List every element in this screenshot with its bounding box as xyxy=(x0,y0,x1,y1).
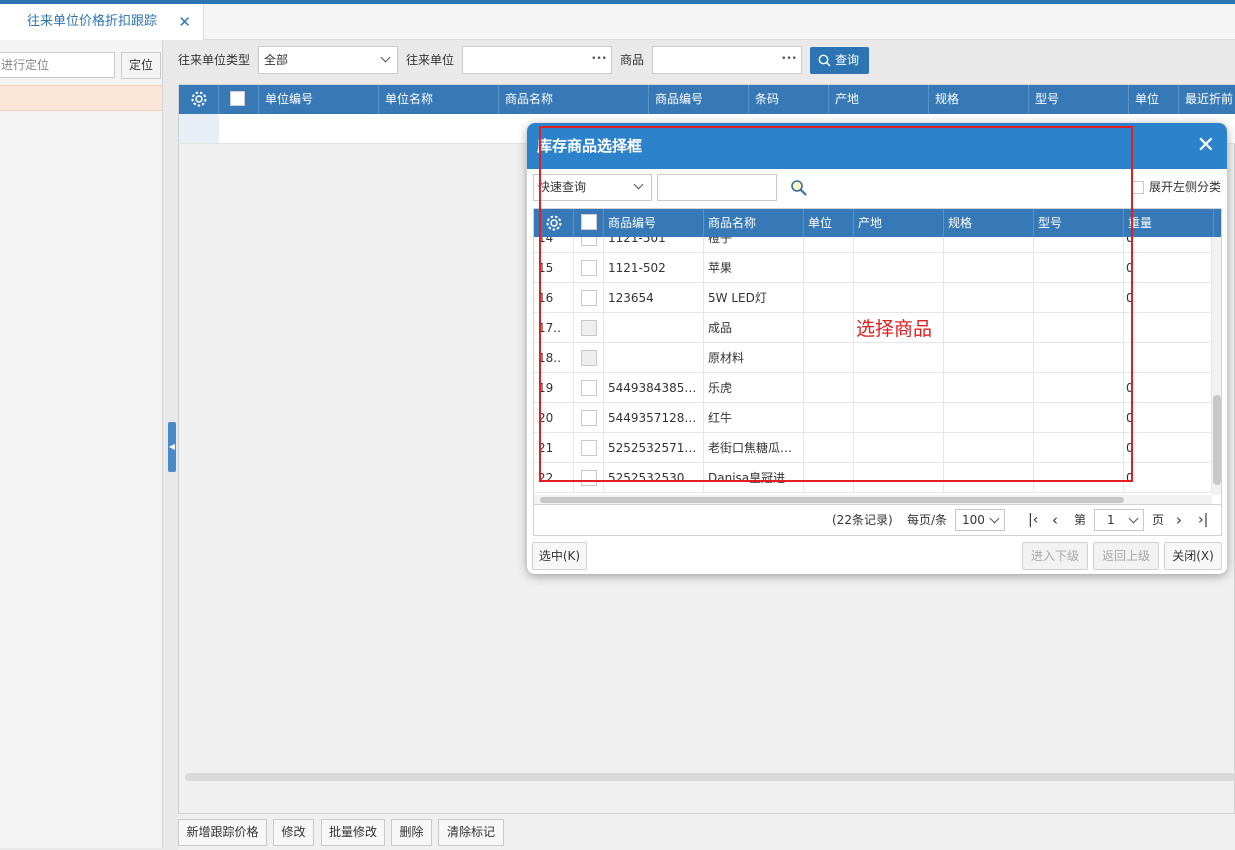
search-icon xyxy=(818,54,831,67)
chevron-down-icon xyxy=(380,52,391,63)
col-unit-name[interactable]: 单位名称 xyxy=(379,85,499,114)
prev-page-icon[interactable]: ‹ xyxy=(1052,505,1058,535)
close-icon[interactable]: ✕ xyxy=(1197,123,1215,169)
col-origin[interactable]: 产地 xyxy=(829,85,929,114)
weight-cell: 0 xyxy=(1124,463,1212,493)
unit-type-value: 全部 xyxy=(264,53,289,67)
weight-cell: 0 xyxy=(1124,433,1212,463)
horizontal-scrollbar[interactable] xyxy=(185,773,1235,781)
dialog-footer: 选中(K) 进入下级 返回上级 关闭(X) xyxy=(527,538,1227,574)
product-input[interactable]: ••• xyxy=(652,46,802,74)
col-last-price[interactable]: 最近折前 xyxy=(1179,85,1235,114)
unit-label: 往来单位 xyxy=(406,53,455,67)
per-page-select[interactable]: 100 xyxy=(955,509,1005,531)
col-weight[interactable]: 重量 xyxy=(1124,209,1214,237)
locate-input[interactable]: 进行定位 xyxy=(0,52,115,78)
weight-cell: 0 xyxy=(1124,373,1212,403)
expand-category-toggle[interactable]: 展开左侧分类 xyxy=(1131,179,1221,195)
weight-cell: 0 xyxy=(1124,253,1212,283)
ellipsis-icon[interactable]: ••• xyxy=(781,47,797,71)
search-button-label: 查询 xyxy=(835,53,860,67)
weight-cell: 0 xyxy=(1124,403,1212,433)
weight-cell: 0 xyxy=(1124,237,1212,253)
horizontal-scroll-thumb[interactable] xyxy=(540,497,1124,503)
unit-input[interactable]: ••• xyxy=(462,46,612,74)
last-page-icon[interactable]: ›| xyxy=(1198,505,1208,535)
col-unit[interactable]: 单位 xyxy=(1129,85,1179,114)
tab-price-discount-tracking[interactable]: 往来单位价格折扣跟踪 ✕ xyxy=(0,4,204,40)
left-tree-selected-row[interactable] xyxy=(0,85,162,111)
page-prefix: 第 xyxy=(1074,513,1087,527)
weight-cell: 0 xyxy=(1124,283,1212,313)
collapse-left-icon[interactable]: ◀ xyxy=(168,422,176,472)
row-indicator xyxy=(179,114,219,143)
grid-header: 单位编号 单位名称 商品名称 商品编号 条码 产地 规格 型号 单位 最近折前 xyxy=(179,85,1235,114)
horizontal-scrollbar[interactable] xyxy=(534,495,1212,504)
weight-cell xyxy=(1124,313,1212,343)
col-product-code[interactable]: 商品编号 xyxy=(649,85,749,114)
left-panel: 进行定位 定位 xyxy=(0,40,163,848)
close-icon[interactable]: ✕ xyxy=(178,4,191,40)
col-unit-code[interactable]: 单位编号 xyxy=(259,85,379,114)
batch-edit-button[interactable]: 批量修改 xyxy=(321,819,385,846)
per-page-value: 100 xyxy=(962,513,985,527)
col-spec[interactable]: 规格 xyxy=(929,85,1029,114)
clear-mark-button[interactable]: 清除标记 xyxy=(438,819,504,846)
next-page-icon[interactable]: › xyxy=(1176,505,1182,535)
tab-bar: 往来单位价格折扣跟踪 ✕ xyxy=(0,4,1235,40)
expand-category-label: 展开左侧分类 xyxy=(1149,180,1222,194)
page-value: 1 xyxy=(1107,513,1115,527)
col-product-name[interactable]: 商品名称 xyxy=(499,85,649,114)
back-parent-button[interactable]: 返回上级 xyxy=(1093,542,1159,570)
pager: (22条记录) 每页/条 100 |‹ ‹ 第 1 页 › ›| xyxy=(533,505,1222,536)
highlight-box xyxy=(539,126,1133,482)
per-page-label: 每页/条 xyxy=(907,513,948,527)
chevron-down-icon xyxy=(989,513,1000,524)
weight-cell xyxy=(1124,343,1212,373)
col-model[interactable]: 型号 xyxy=(1029,85,1129,114)
bottom-toolbar: 新增跟踪价格 修改 批量修改 删除 清除标记 xyxy=(178,814,1235,850)
vertical-scroll-thumb[interactable] xyxy=(1213,395,1221,485)
first-page-icon[interactable]: |‹ xyxy=(1028,505,1038,535)
add-tracking-price-button[interactable]: 新增跟踪价格 xyxy=(178,819,267,846)
delete-button[interactable]: 删除 xyxy=(391,819,432,846)
vertical-scrollbar[interactable] xyxy=(1212,237,1221,495)
unit-type-label: 往来单位类型 xyxy=(178,53,251,67)
search-button[interactable]: 查询 xyxy=(810,47,869,74)
edit-button[interactable]: 修改 xyxy=(273,819,314,846)
annotation-label: 选择商品 xyxy=(856,318,933,340)
chevron-down-icon xyxy=(1128,513,1139,524)
product-label: 商品 xyxy=(620,53,645,67)
select-all-checkbox[interactable] xyxy=(219,85,259,114)
select-button[interactable]: 选中(K) xyxy=(532,542,587,570)
ellipsis-icon[interactable]: ••• xyxy=(591,47,607,71)
locate-button[interactable]: 定位 xyxy=(121,52,161,79)
page-select[interactable]: 1 xyxy=(1094,509,1144,531)
unit-type-select[interactable]: 全部 xyxy=(258,46,398,74)
tab-label: 往来单位价格折扣跟踪 xyxy=(27,14,158,29)
page-suffix: 页 xyxy=(1152,513,1165,527)
record-count: (22条记录) xyxy=(832,513,893,527)
close-button[interactable]: 关闭(X) xyxy=(1164,542,1222,570)
col-barcode[interactable]: 条码 xyxy=(749,85,829,114)
gear-icon[interactable] xyxy=(179,85,219,114)
enter-child-button[interactable]: 进入下级 xyxy=(1022,542,1088,570)
